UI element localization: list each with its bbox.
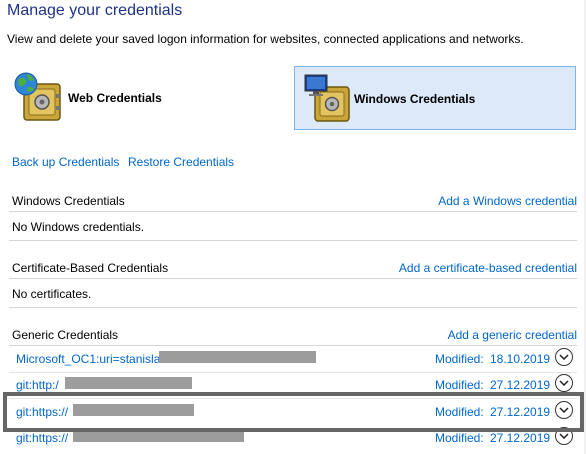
divider xyxy=(9,240,577,241)
web-credentials-tile[interactable]: Web Credentials xyxy=(10,66,210,130)
add-generic-credential-link[interactable]: Add a generic credential xyxy=(448,328,577,342)
globe-vault-icon xyxy=(12,68,66,129)
modified-date: 27.12.2019 xyxy=(490,378,551,392)
generic-credentials-section-title: Generic Credentials xyxy=(12,328,119,342)
modified-label: Modified: xyxy=(435,352,484,366)
generic-credential-row[interactable]: Microsoft_OC1:uri=stanislav Modified: 18… xyxy=(9,347,577,373)
web-credentials-label: Web Credentials xyxy=(68,91,162,105)
backup-credentials-link[interactable]: Back up Credentials xyxy=(12,155,119,169)
restore-credentials-link[interactable]: Restore Credentials xyxy=(128,155,234,169)
divider xyxy=(9,278,577,279)
redacted-text xyxy=(65,377,192,389)
windows-credentials-tile[interactable]: Windows Credentials xyxy=(294,66,576,130)
modified-date: 27.12.2019 xyxy=(490,431,551,445)
page-subtitle: View and delete your saved logon informa… xyxy=(7,32,524,46)
add-certificate-credential-link[interactable]: Add a certificate-based credential xyxy=(399,261,577,275)
windows-credentials-section-title: Windows Credentials xyxy=(12,194,125,208)
credential-name: git:https:// xyxy=(16,431,69,445)
page-title: Manage your credentials xyxy=(7,2,183,19)
monitor-vault-icon xyxy=(303,73,351,130)
modified-label: Modified: xyxy=(435,431,484,445)
modified-date: 18.10.2019 xyxy=(490,352,551,366)
no-certificates-text: No certificates. xyxy=(12,287,92,301)
divider xyxy=(9,307,577,308)
expand-chevron-icon[interactable] xyxy=(555,348,573,366)
add-windows-credential-link[interactable]: Add a Windows credential xyxy=(438,194,577,208)
redacted-text xyxy=(159,351,316,363)
divider xyxy=(9,211,577,212)
credential-name: git:http:/ xyxy=(16,378,59,392)
no-windows-credentials-text: No Windows credentials. xyxy=(12,220,145,234)
certificate-credentials-section-title: Certificate-Based Credentials xyxy=(12,261,169,275)
modified-label: Modified: xyxy=(435,378,484,392)
divider xyxy=(9,345,577,346)
expand-chevron-icon[interactable] xyxy=(555,374,573,392)
credential-name: Microsoft_OC1:uri=stanislav xyxy=(16,352,167,366)
windows-credentials-label: Windows Credentials xyxy=(354,92,476,106)
highlight-box xyxy=(3,392,584,432)
